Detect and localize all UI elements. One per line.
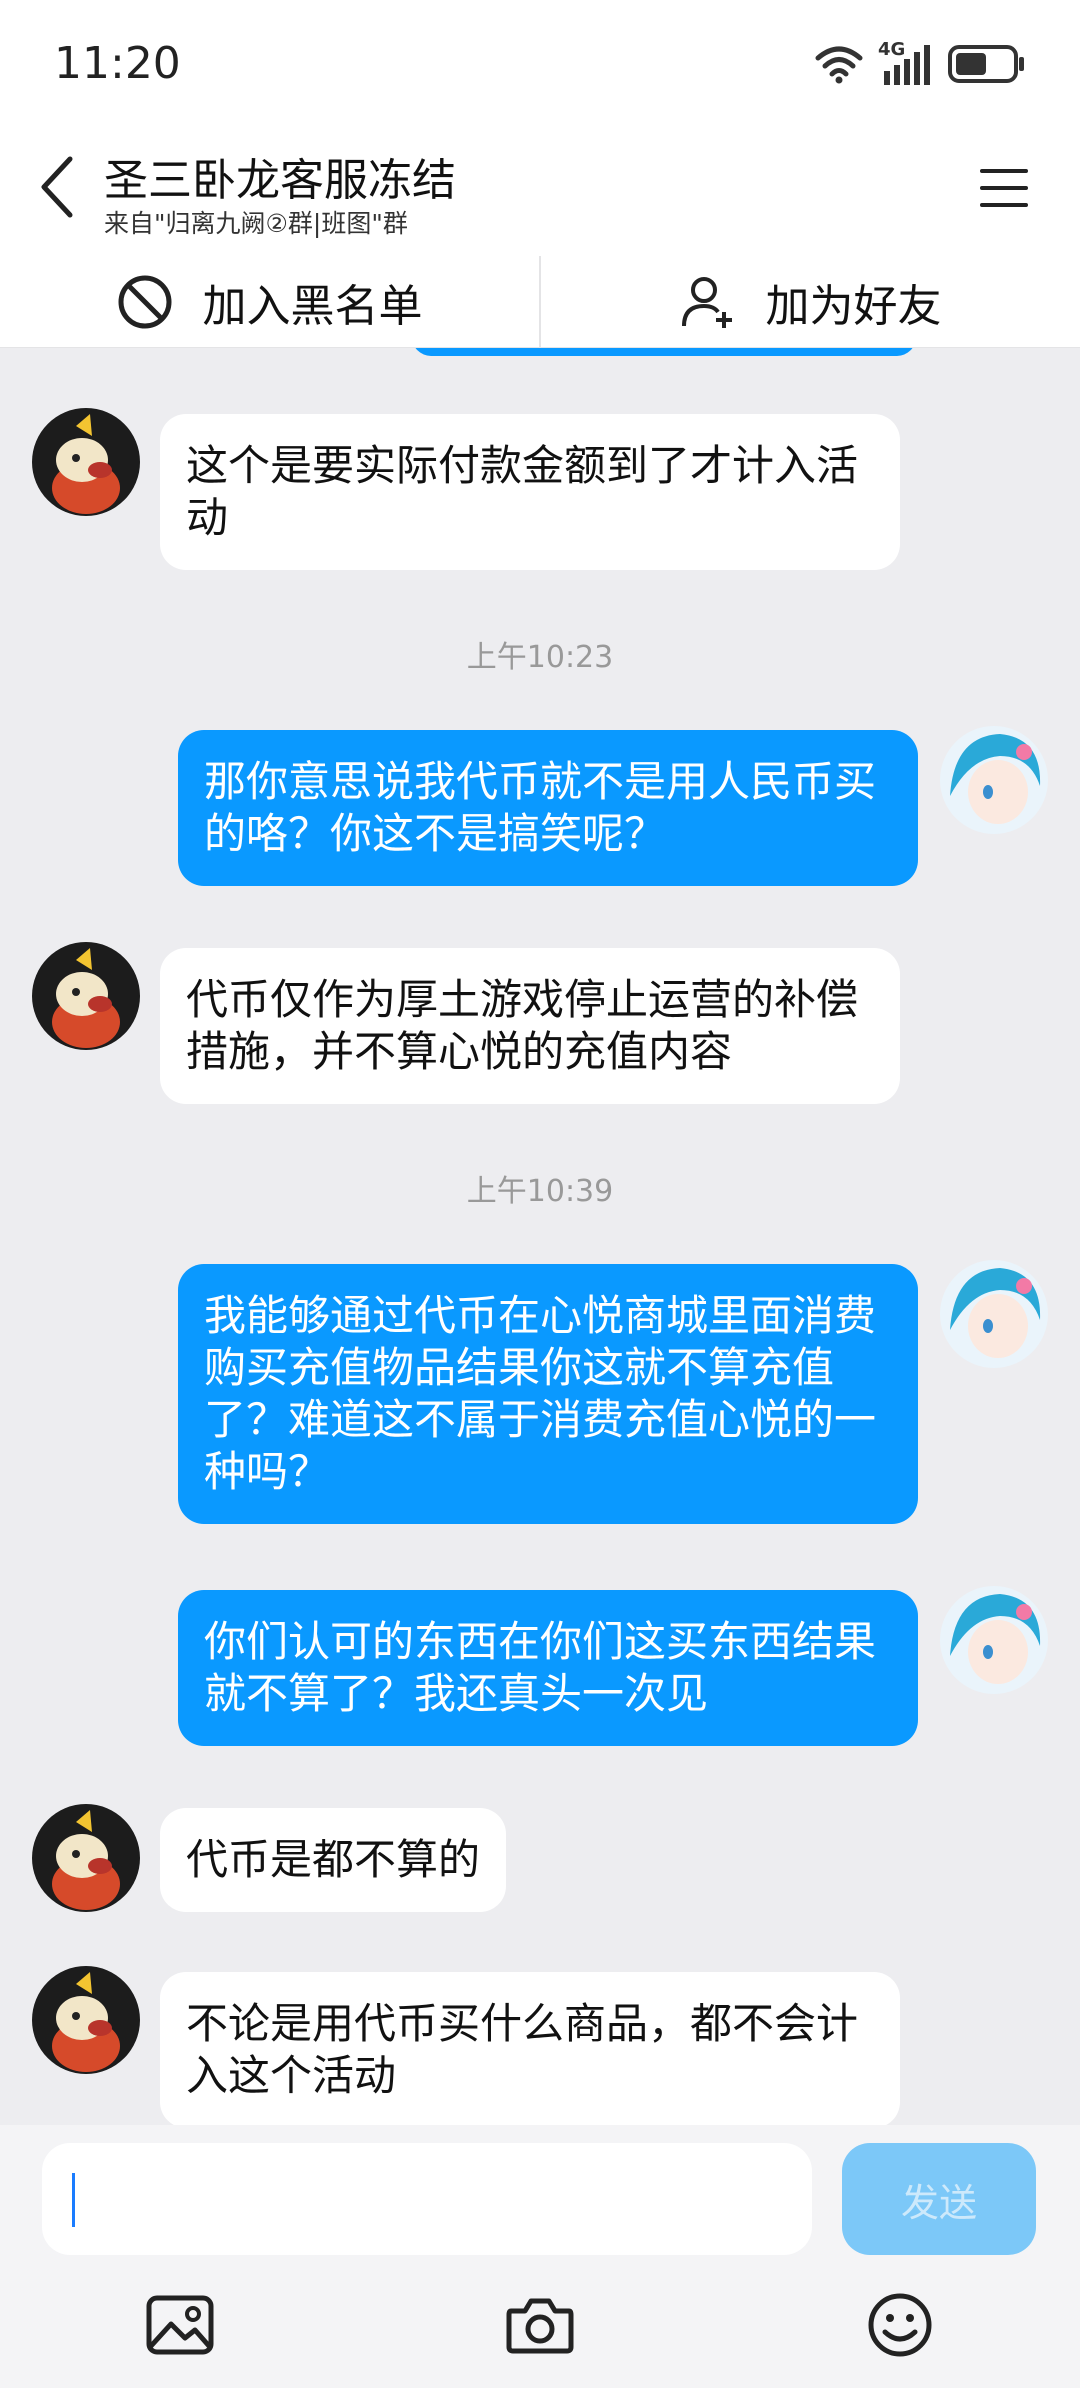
previous-message-bubble xyxy=(412,348,916,356)
outgoing-message[interactable]: 我能够通过代币在心悦商城里面消费购买充值物品结果你这就不算充值了？难道这不属于消… xyxy=(178,1264,918,1524)
top-bar: 11:20 4G 圣三卧龙客服冻结 来自"归离九阙②群|班图"群 加入黑名单 加… xyxy=(0,0,1080,348)
add-friend-label: 加为好友 xyxy=(765,280,942,332)
emoji-icon xyxy=(868,2293,932,2357)
camera-icon xyxy=(506,2298,574,2354)
status-icons: 4G xyxy=(814,39,1026,88)
status-time: 11:20 xyxy=(54,38,181,89)
send-button[interactable]: 发送 xyxy=(842,2143,1036,2255)
message-input[interactable] xyxy=(42,2143,812,2255)
chat-title: 圣三卧龙客服冻结 xyxy=(104,155,456,206)
block-button[interactable]: 加入黑名单 xyxy=(0,256,539,347)
incoming-message[interactable]: 这个是要实际付款金额到了才计入活动 xyxy=(160,414,900,570)
timestamp: 上午10:23 xyxy=(466,640,614,675)
back-arrow-icon xyxy=(41,156,73,218)
battery-icon xyxy=(948,44,1026,88)
action-row: 加入黑名单 加为好友 xyxy=(0,256,1080,348)
outgoing-message[interactable]: 你们认可的东西在你们这买东西结果就不算了？我还真头一次见 xyxy=(178,1590,918,1746)
back-button[interactable] xyxy=(30,150,86,224)
wifi-icon xyxy=(814,44,864,88)
menu-button[interactable] xyxy=(976,160,1032,216)
self-avatar[interactable] xyxy=(940,1260,1048,1368)
contact-avatar[interactable] xyxy=(32,408,140,516)
emoji-button[interactable] xyxy=(862,2287,938,2363)
self-avatar[interactable] xyxy=(940,1586,1048,1694)
contact-avatar[interactable] xyxy=(32,942,140,1050)
menu-icon xyxy=(980,169,1028,207)
self-avatar[interactable] xyxy=(940,726,1048,834)
camera-button[interactable] xyxy=(502,2287,578,2363)
block-icon xyxy=(118,275,171,328)
contact-avatar[interactable] xyxy=(32,1966,140,2074)
incoming-message[interactable]: 代币仅作为厚土游戏停止运营的补偿措施，并不算心悦的充值内容 xyxy=(160,948,900,1104)
timestamp: 上午10:39 xyxy=(466,1174,614,1209)
contact-avatar[interactable] xyxy=(32,1804,140,1912)
outgoing-message[interactable]: 那你意思说我代币就不是用人民币买的咯？你这不是搞笑呢？ xyxy=(178,730,918,886)
incoming-message[interactable]: 不论是用代币买什么商品，都不会计入这个活动 xyxy=(160,1972,900,2125)
image-icon xyxy=(146,2295,214,2355)
add-friend-button[interactable]: 加为好友 xyxy=(541,256,1080,347)
chat-subtitle: 来自"归离九阙②群|班图"群 xyxy=(104,209,408,238)
image-button[interactable] xyxy=(142,2287,218,2363)
text-caret xyxy=(72,2173,75,2227)
add-user-icon xyxy=(681,276,732,328)
block-label: 加入黑名单 xyxy=(202,280,423,332)
signal-icon: 4G xyxy=(878,39,934,87)
incoming-message[interactable]: 代币是都不算的 xyxy=(160,1808,507,1912)
input-area: 发送 xyxy=(0,2125,1080,2388)
chat-area[interactable]: 这个是要实际付款金额到了才计入活动 上午10:23 那你意思说我代币就不是用人民… xyxy=(0,348,1080,2125)
